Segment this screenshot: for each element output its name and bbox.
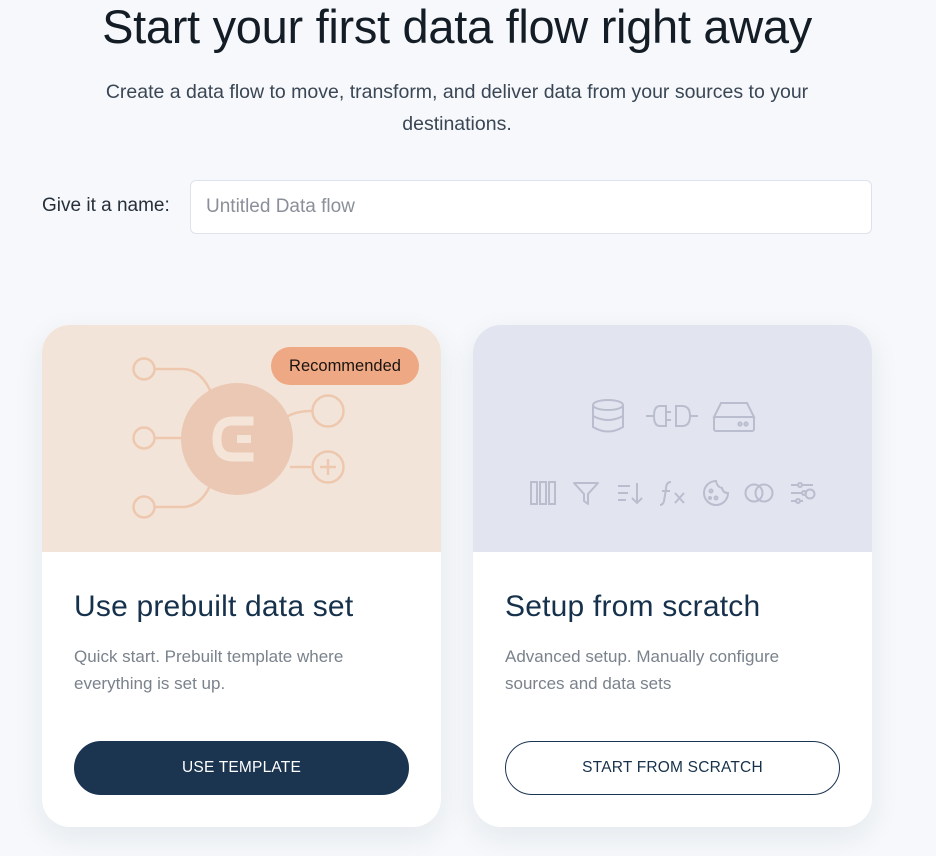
merge-icon <box>744 483 774 503</box>
name-label: Give it a name: <box>42 195 170 216</box>
data-flow-name-input[interactable] <box>190 180 872 234</box>
cookie-icon <box>703 479 730 506</box>
card-description: Quick start. Prebuilt template where eve… <box>74 647 344 693</box>
columns-icon <box>530 481 556 505</box>
name-row: Give it a name: <box>42 180 872 234</box>
start-from-scratch-button[interactable]: START FROM SCRATCH <box>505 741 840 795</box>
card-title: Use prebuilt data set <box>74 590 354 623</box>
brand-logo-icon <box>212 416 254 462</box>
setup-from-scratch-card: Setup from scratch Advanced setup. Manua… <box>473 325 872 827</box>
use-template-button[interactable]: USE TEMPLATE <box>74 741 409 795</box>
scratch-illustration <box>473 325 872 552</box>
page: Start your first data flow right away Cr… <box>0 0 936 856</box>
database-icon <box>592 399 624 433</box>
card-title: Setup from scratch <box>505 590 761 623</box>
sort-icon <box>618 483 643 505</box>
card-description: Advanced setup. Manually configure sourc… <box>505 647 780 693</box>
recommended-badge: Recommended <box>271 347 419 385</box>
connector-icon <box>646 405 698 427</box>
page-title: Start your first data flow right away <box>102 0 812 53</box>
filter-icon <box>573 482 599 505</box>
function-icon <box>659 481 685 506</box>
settings-sliders-icon <box>791 482 816 504</box>
server-icon <box>712 402 756 432</box>
prebuilt-data-set-card: Recommended Use prebuilt data set Quick … <box>42 325 441 827</box>
prebuilt-illustration: Recommended <box>42 325 441 552</box>
page-subtitle: Create a data flow to move, transform, a… <box>105 81 809 135</box>
